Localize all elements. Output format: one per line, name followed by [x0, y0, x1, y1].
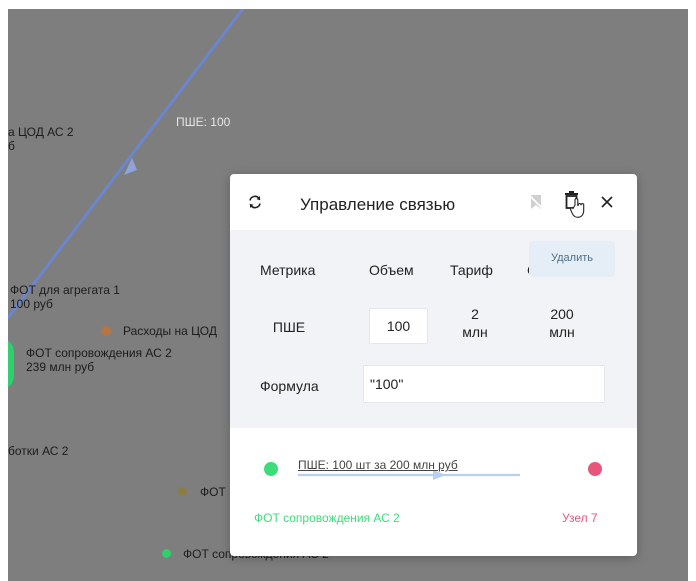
node-label-expenses[interactable]: Расходы на ЦОД [123, 324, 217, 338]
link-preview: ПШЕ: 100 шт за 200 млн руб ФОТ сопровожд… [230, 428, 637, 556]
edge-label: ПШЕ: 100 [176, 115, 231, 129]
edge-line[interactable] [0, 5, 247, 329]
header-volume: Объем [369, 262, 414, 278]
frame-left [0, 0, 8, 581]
frame-top [0, 0, 696, 9]
node-label-fot-aggregate[interactable]: ФОТ для агрегата 1 100 руб [10, 283, 120, 311]
node-label-fot-support[interactable]: ФОТ сопровождения АС 2 239 млн руб [26, 346, 172, 374]
tariff-value: 2 млн [462, 306, 488, 340]
node-label-dev[interactable]: ботки АС 2 [8, 444, 68, 458]
metric-name: ПШЕ [272, 319, 306, 335]
delete-tooltip: Удалить [529, 241, 615, 277]
volume-input[interactable] [369, 308, 428, 344]
dialog-title: Управление связью [300, 195, 456, 214]
link-description: ПШЕ: 100 шт за 200 млн руб [298, 458, 458, 472]
refresh-icon[interactable] [247, 194, 263, 210]
link-source-label: ФОТ сопровождения АС 2 [254, 511, 400, 525]
bookmark-off-icon [528, 194, 544, 210]
link-source-node[interactable] [264, 462, 278, 476]
node-dot-fot-support-2[interactable] [162, 549, 171, 558]
link-target-label: Узел 7 [562, 511, 598, 525]
link-target-node[interactable] [588, 462, 602, 476]
frame-right [688, 0, 696, 581]
header-metric: Метрика [260, 262, 316, 278]
node-dot-fot[interactable] [178, 487, 187, 496]
node-label-fot[interactable]: ФОТ [200, 485, 226, 499]
formula-input[interactable] [363, 365, 605, 403]
trash-icon[interactable] [561, 191, 587, 223]
formula-label: Формула [260, 378, 319, 394]
close-icon[interactable] [599, 194, 615, 210]
node-label-tsod[interactable]: а ЦОД АС 2 б [8, 125, 74, 153]
cost-value: 200 млн [549, 306, 575, 340]
node-dot-expenses[interactable] [101, 326, 111, 336]
dialog-header: Управление связью [230, 174, 637, 230]
link-management-dialog: Управление связью Метрика Объем Тариф С … [230, 174, 637, 556]
header-tariff: Тариф [450, 262, 493, 278]
